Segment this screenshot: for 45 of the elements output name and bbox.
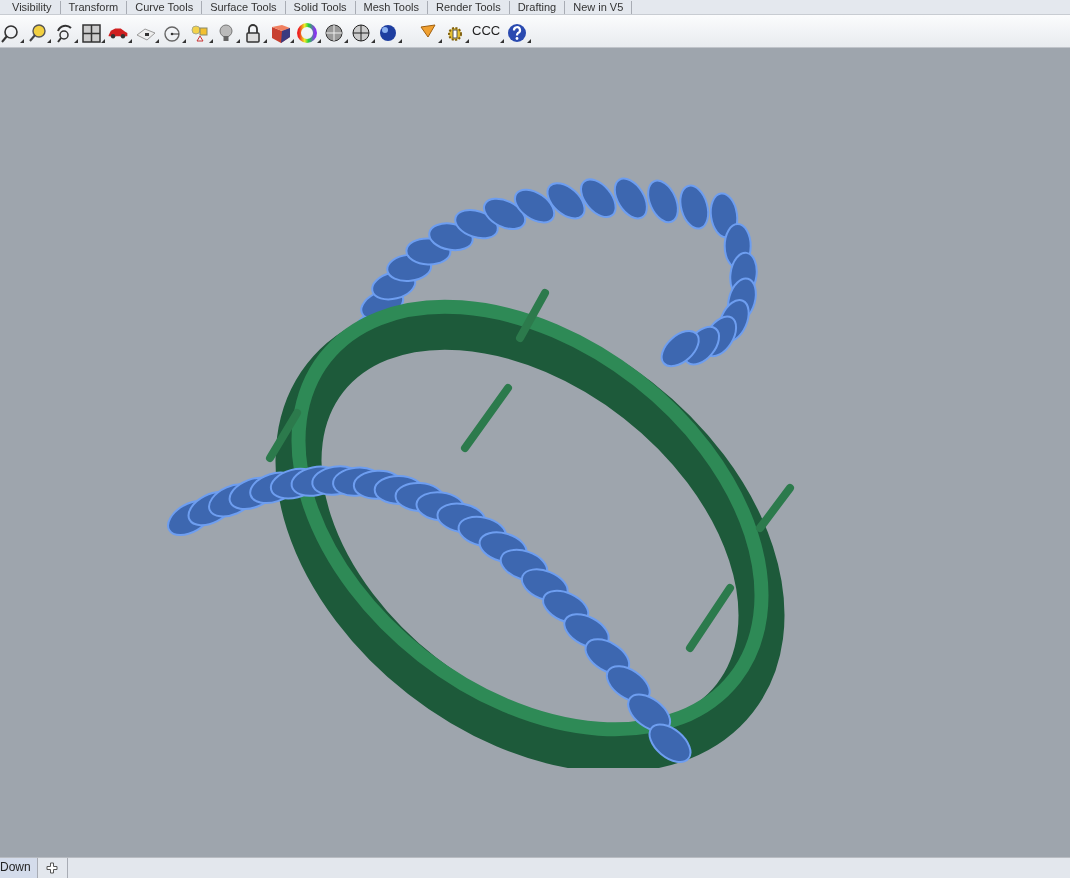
caret-icon — [182, 39, 186, 43]
sphere-icon — [378, 23, 398, 43]
caret-icon — [236, 39, 240, 43]
caret-icon — [155, 39, 159, 43]
toolbar-tab[interactable]: Curve Tools — [127, 1, 203, 14]
caret-icon — [74, 39, 78, 43]
toolbar-tab[interactable]: Render Tools — [428, 1, 510, 14]
toolbar-tab[interactable]: Visibility — [4, 1, 61, 14]
caret-icon — [317, 39, 321, 43]
grid-icon — [81, 23, 101, 43]
viewport-tab[interactable]: Down — [0, 858, 38, 878]
color-wheel-icon — [297, 23, 317, 43]
caret-icon — [398, 39, 402, 43]
caret-icon — [101, 39, 105, 43]
sphere-icon — [324, 23, 344, 43]
caret-icon — [263, 39, 267, 43]
toolbar-tab[interactable]: Surface Tools — [202, 1, 286, 14]
bulb-icon — [216, 23, 236, 43]
zoom-icon — [0, 23, 20, 43]
circle-icon — [162, 23, 182, 43]
toolbar-tab[interactable]: Transform — [60, 1, 128, 14]
caret-icon — [344, 39, 348, 43]
zoom-icon — [27, 23, 47, 43]
caret-icon — [527, 39, 532, 43]
toolbar-text-button[interactable]: CCC — [472, 19, 505, 43]
caret-icon — [20, 39, 24, 43]
toolbar-tab[interactable]: Solid Tools — [285, 1, 356, 14]
rotate-icon — [54, 23, 74, 43]
caret-icon — [500, 39, 505, 43]
caret-icon — [371, 39, 375, 43]
lock-icon — [243, 23, 263, 43]
toolbar-tab[interactable]: Mesh Tools — [355, 1, 429, 14]
toolbar-tab[interactable]: Drafting — [509, 1, 566, 14]
sphere-icon — [351, 23, 371, 43]
caret-icon — [290, 39, 294, 43]
caret-icon — [465, 39, 469, 43]
plus-icon — [46, 862, 59, 874]
car-icon — [108, 28, 128, 39]
toolbar-tab[interactable]: New in V5 — [565, 1, 633, 14]
caret-icon — [438, 39, 442, 43]
caret-icon — [128, 39, 132, 43]
shapes-icon — [189, 23, 209, 43]
help-icon — [507, 23, 528, 43]
caret-icon — [209, 39, 213, 43]
caret-icon — [47, 39, 51, 43]
